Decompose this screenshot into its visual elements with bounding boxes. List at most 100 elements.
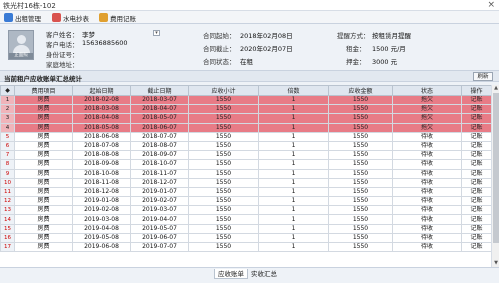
cell-amount: 1550 bbox=[328, 232, 393, 244]
meter-reading-button[interactable]: 水电抄表 bbox=[52, 12, 89, 23]
tab-receivable[interactable]: 应收账单 bbox=[214, 269, 248, 279]
record-link[interactable]: 记账 bbox=[461, 232, 491, 244]
scroll-up-icon[interactable]: ▲ bbox=[492, 85, 499, 92]
column-header-status[interactable]: 状态 bbox=[392, 85, 462, 96]
cell-status: 待收 bbox=[392, 186, 462, 198]
record-link[interactable]: 记账 bbox=[461, 241, 491, 253]
column-header-end[interactable]: 截止日期 bbox=[130, 85, 189, 96]
cell-end-date: 2019-02-07 bbox=[130, 196, 189, 207]
cell-subtotal: 1550 bbox=[188, 223, 259, 234]
table-row[interactable]: 5 房费 2018-06-08 2018-07-07 1550 1 1550 待收 记账 bbox=[0, 131, 491, 142]
table-row[interactable]: 14 房费 2019-03-08 2019-04-07 1550 1 1550 待收 记账 bbox=[0, 214, 491, 225]
bill-record-label: 费用记账 bbox=[110, 14, 136, 23]
table-row[interactable]: 10 房费 2018-11-08 2018-12-07 1550 1 1550 待收 记账 bbox=[0, 177, 491, 188]
table-row[interactable]: 7 房费 2018-08-08 2018-09-07 1550 1 1550 待收 记账 bbox=[0, 150, 491, 161]
bill-record-button[interactable]: 费用记账 bbox=[99, 12, 136, 23]
cell-multiple: 1 bbox=[258, 186, 329, 198]
cell-multiple: 1 bbox=[258, 223, 329, 234]
column-header-item[interactable]: 费用项目 bbox=[14, 85, 73, 96]
row-number: 12 bbox=[0, 196, 15, 207]
cell-multiple: 1 bbox=[258, 232, 329, 244]
cell-subtotal: 1550 bbox=[188, 168, 259, 179]
cell-start-date: 2018-08-08 bbox=[72, 150, 131, 161]
cell-start-date: 2018-06-08 bbox=[72, 131, 131, 142]
record-link[interactable]: 记账 bbox=[461, 104, 491, 115]
table-row[interactable]: 6 房费 2018-07-08 2018-08-07 1550 1 1550 待收 记账 bbox=[0, 140, 491, 152]
cell-end-date: 2019-06-07 bbox=[130, 232, 189, 244]
cell-status: 待收 bbox=[392, 196, 462, 207]
cell-amount: 1550 bbox=[328, 241, 393, 253]
record-link[interactable]: 记账 bbox=[461, 214, 491, 225]
cell-amount: 1550 bbox=[328, 177, 393, 188]
bottom-tabs: 应收账单 实收汇总 bbox=[0, 267, 499, 283]
cell-subtotal: 1550 bbox=[188, 159, 259, 170]
vertical-scrollbar[interactable]: ▲ ▼ bbox=[491, 85, 499, 267]
table-row[interactable]: 3 房费 2018-04-08 2018-05-07 1550 1 1550 拖欠 记账 bbox=[0, 113, 491, 124]
cell-multiple: 1 bbox=[258, 241, 329, 253]
rent-manage-icon bbox=[4, 13, 13, 22]
table-row[interactable]: 11 房费 2018-12-08 2019-01-07 1550 1 1550 待收 记账 bbox=[0, 186, 491, 198]
table-row[interactable]: 8 房费 2018-09-08 2018-10-07 1550 1 1550 待收 记账 bbox=[0, 159, 491, 170]
meter-reading-icon bbox=[52, 13, 61, 22]
record-link[interactable]: 记账 bbox=[461, 177, 491, 188]
column-header-operation[interactable]: 操作 bbox=[461, 85, 491, 96]
table-row[interactable]: 12 房费 2019-01-08 2019-02-07 1550 1 1550 待收 记账 bbox=[0, 196, 491, 207]
record-link[interactable]: 记账 bbox=[461, 122, 491, 133]
phone-value[interactable]: 15636885600 bbox=[82, 39, 128, 47]
column-header-subtotal[interactable]: 应收小计 bbox=[188, 85, 259, 96]
record-link[interactable]: 记账 bbox=[461, 223, 491, 234]
cell-item: 房费 bbox=[14, 122, 73, 133]
cell-item: 房费 bbox=[14, 94, 73, 106]
cell-amount: 1550 bbox=[328, 94, 393, 106]
column-header-amount[interactable]: 应收金额 bbox=[328, 85, 393, 96]
table-row[interactable]: 16 房费 2019-05-08 2019-06-07 1550 1 1550 待收 记账 bbox=[0, 232, 491, 244]
record-link[interactable]: 记账 bbox=[461, 168, 491, 179]
row-number: 13 bbox=[0, 205, 15, 216]
record-link[interactable]: 记账 bbox=[461, 131, 491, 142]
row-number: 3 bbox=[0, 113, 15, 124]
record-link[interactable]: 记账 bbox=[461, 94, 491, 106]
cell-multiple: 1 bbox=[258, 131, 329, 142]
cell-status: 拖欠 bbox=[392, 104, 462, 115]
cell-status: 待收 bbox=[392, 223, 462, 234]
name-value[interactable]: 李梦 bbox=[82, 29, 95, 39]
record-link[interactable]: 记账 bbox=[461, 205, 491, 216]
record-link[interactable]: 记账 bbox=[461, 113, 491, 124]
avatar[interactable]: 正面照 bbox=[8, 30, 34, 60]
cell-subtotal: 1550 bbox=[188, 150, 259, 161]
row-number: 8 bbox=[0, 159, 15, 170]
table-row[interactable]: 13 房费 2019-02-08 2019-03-07 1550 1 1550 待收 记账 bbox=[0, 205, 491, 216]
cell-amount: 1550 bbox=[328, 113, 393, 124]
row-number: 11 bbox=[0, 186, 15, 198]
rent-manage-button[interactable]: 出租管理 bbox=[4, 12, 41, 23]
cell-status: 待收 bbox=[392, 159, 462, 170]
table-row[interactable]: 2 房费 2018-03-08 2018-04-07 1550 1 1550 拖欠 记账 bbox=[0, 104, 491, 115]
cell-subtotal: 1550 bbox=[188, 186, 259, 198]
table-row[interactable]: 1 房费 2018-02-08 2018-03-07 1550 1 1550 拖欠 记账 bbox=[0, 94, 491, 106]
rent-manage-label: 出租管理 bbox=[15, 14, 41, 23]
record-link[interactable]: 记账 bbox=[461, 159, 491, 170]
cell-amount: 1550 bbox=[328, 159, 393, 170]
column-header-multiple[interactable]: 倍数 bbox=[258, 85, 329, 96]
record-link[interactable]: 记账 bbox=[461, 196, 491, 207]
table-header-row: ◆ 费用项目 起始日期 截止日期 应收小计 倍数 应收金额 状态 操作 bbox=[0, 85, 491, 96]
record-link[interactable]: 记账 bbox=[461, 186, 491, 198]
table-row[interactable]: 15 房费 2019-04-08 2019-05-07 1550 1 1550 待收 记账 bbox=[0, 223, 491, 234]
meter-reading-label: 水电抄表 bbox=[63, 14, 89, 23]
chevron-down-icon[interactable]: ▾ bbox=[153, 30, 160, 36]
table-row[interactable]: 17 房费 2019-06-08 2019-07-07 1550 1 1550 待收 记账 bbox=[0, 241, 491, 253]
table-row[interactable]: 9 房费 2018-10-08 2018-11-07 1550 1 1550 待收 记账 bbox=[0, 168, 491, 179]
column-header-start[interactable]: 起始日期 bbox=[72, 85, 131, 96]
cell-start-date: 2018-10-08 bbox=[72, 168, 131, 179]
cell-item: 房费 bbox=[14, 205, 73, 216]
record-link[interactable]: 记账 bbox=[461, 150, 491, 161]
row-number: 14 bbox=[0, 214, 15, 225]
close-icon[interactable]: × bbox=[487, 0, 495, 11]
record-link[interactable]: 记账 bbox=[461, 140, 491, 152]
table-row[interactable]: 4 房费 2018-05-08 2018-06-07 1550 1 1550 拖欠 记账 bbox=[0, 122, 491, 133]
scrollbar-thumb[interactable] bbox=[493, 93, 499, 243]
refresh-button[interactable]: 刷新 bbox=[473, 72, 493, 81]
cell-status: 待收 bbox=[392, 177, 462, 188]
tab-received-summary[interactable]: 实收汇总 bbox=[248, 269, 280, 279]
scroll-down-icon[interactable]: ▼ bbox=[492, 260, 499, 267]
